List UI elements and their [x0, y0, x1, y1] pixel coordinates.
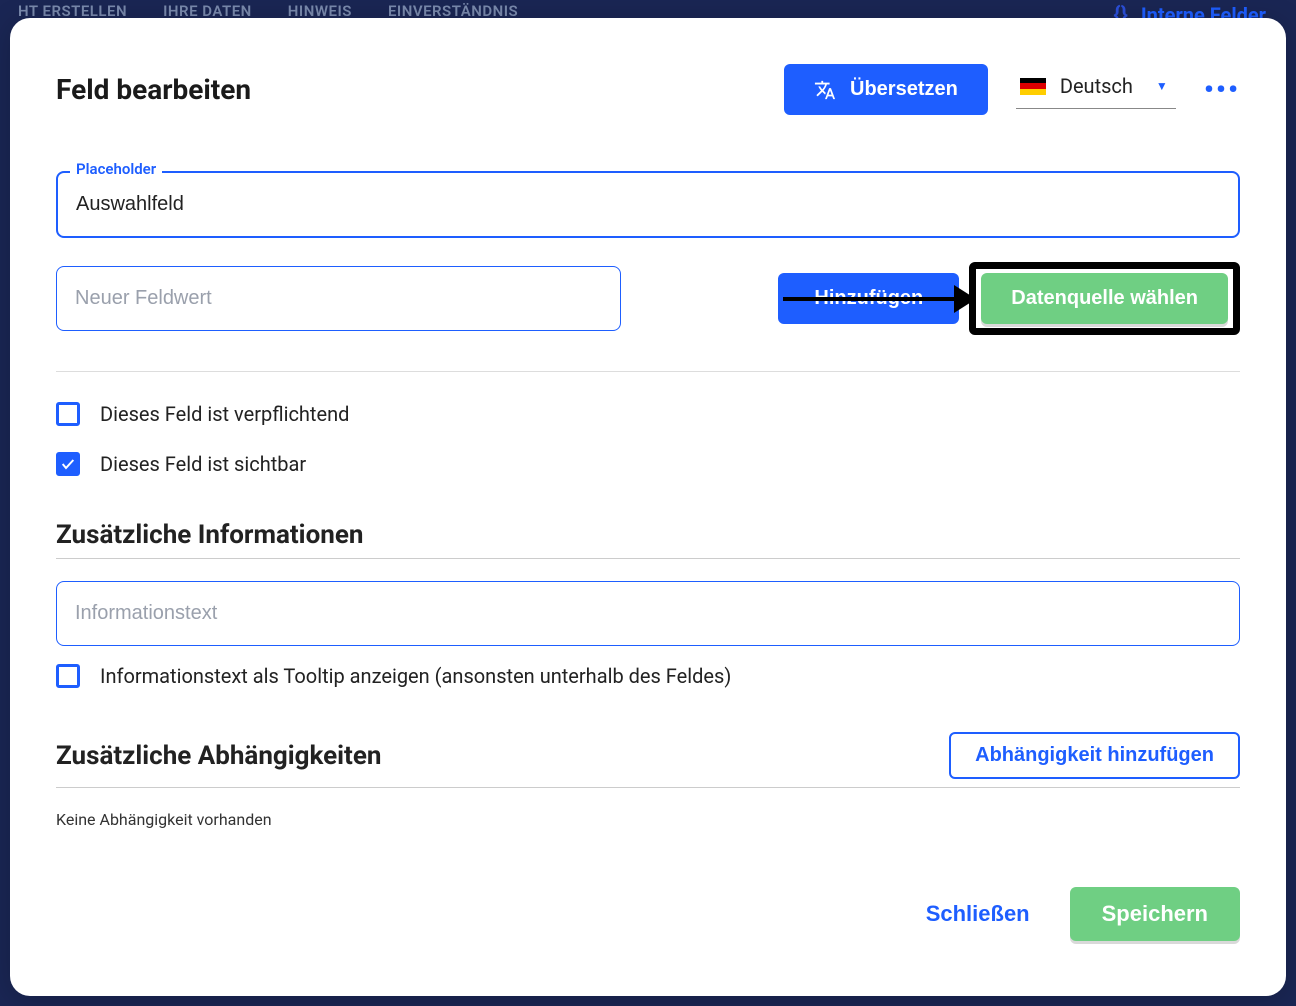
tooltip-checkbox-label: Informationstext als Tooltip anzeigen (a…: [100, 664, 731, 688]
additional-info-title: Zusätzliche Informationen: [56, 520, 1240, 550]
datasource-highlight-box: Datenquelle wählen: [969, 262, 1240, 335]
placeholder-input[interactable]: [56, 171, 1240, 238]
annotation-arrow-icon: [783, 297, 973, 301]
translate-button-label: Übersetzen: [850, 78, 958, 101]
visible-checkbox[interactable]: [56, 452, 80, 476]
tooltip-checkbox-row: Informationstext als Tooltip anzeigen (a…: [56, 664, 1240, 688]
dependencies-header-row: Zusätzliche Abhängigkeiten Abhängigkeit …: [56, 732, 1240, 788]
visible-checkbox-row: Dieses Feld ist sichtbar: [56, 452, 1240, 476]
required-checkbox-label: Dieses Feld ist verpflichtend: [100, 402, 349, 426]
choose-datasource-button[interactable]: Datenquelle wählen: [981, 273, 1228, 324]
chevron-down-icon: ▼: [1156, 79, 1168, 93]
flag-germany-icon: [1020, 78, 1046, 95]
header-actions: Übersetzen Deutsch ▼ •••: [784, 64, 1240, 115]
save-button[interactable]: Speichern: [1070, 887, 1240, 941]
translate-button[interactable]: Übersetzen: [784, 64, 988, 115]
tooltip-checkbox[interactable]: [56, 664, 80, 688]
new-field-value-input[interactable]: [56, 266, 621, 331]
modal-title: Feld bearbeiten: [56, 73, 251, 106]
language-selector[interactable]: Deutsch ▼: [1016, 70, 1176, 109]
dependencies-title: Zusätzliche Abhängigkeiten: [56, 741, 381, 771]
new-value-row: Hinzufügen Datenquelle wählen: [56, 262, 1240, 335]
checkmark-icon: [60, 456, 76, 472]
more-options-icon[interactable]: •••: [1204, 73, 1240, 106]
placeholder-field-wrapper: Placeholder: [56, 171, 1240, 238]
required-checkbox-row: Dieses Feld ist verpflichtend: [56, 402, 1240, 426]
add-button-wrapper: Hinzufügen: [778, 273, 959, 324]
no-dependency-text: Keine Abhängigkeit vorhanden: [56, 810, 1240, 829]
section-underline: [56, 558, 1240, 559]
language-label: Deutsch: [1060, 74, 1142, 98]
placeholder-field-label: Placeholder: [70, 160, 162, 178]
required-checkbox[interactable]: [56, 402, 80, 426]
visible-checkbox-label: Dieses Feld ist sichtbar: [100, 452, 306, 476]
close-button[interactable]: Schließen: [926, 901, 1030, 927]
modal-footer: Schließen Speichern: [56, 887, 1240, 941]
divider: [56, 371, 1240, 372]
add-dependency-button[interactable]: Abhängigkeit hinzufügen: [949, 732, 1240, 779]
edit-field-modal: Feld bearbeiten Übersetzen Deutsch ▼ •••…: [10, 18, 1286, 996]
modal-header: Feld bearbeiten Übersetzen Deutsch ▼ •••: [56, 64, 1240, 115]
translate-icon: [814, 79, 836, 101]
info-text-input[interactable]: [56, 581, 1240, 646]
